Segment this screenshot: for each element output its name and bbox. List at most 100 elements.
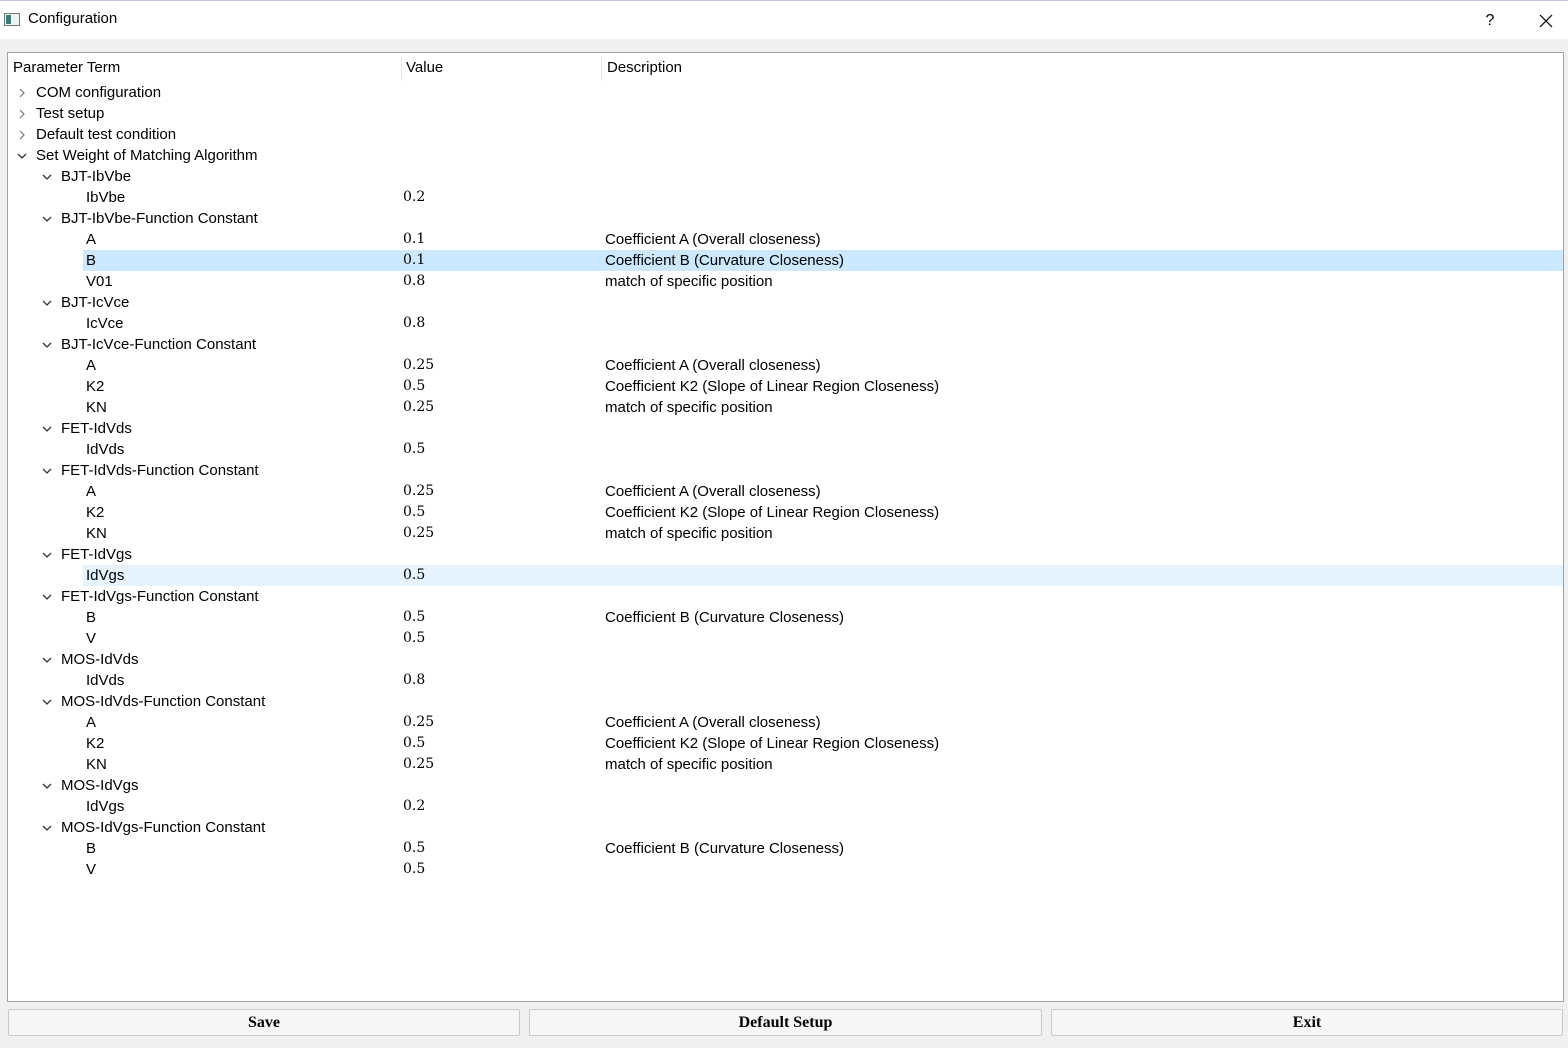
tree-row[interactable]: A 0.25 Coefficient A (Overall closeness) (8, 481, 1563, 502)
tree-row[interactable]: V01 0.8 match of specific position (8, 271, 1563, 292)
chevron-down-icon[interactable] (41, 817, 53, 838)
chevron-right-icon[interactable] (16, 124, 28, 145)
tree-row[interactable]: IcVce 0.8 (8, 313, 1563, 334)
chevron-down-icon[interactable] (41, 208, 53, 229)
parameter-description: Coefficient A (Overall closeness) (605, 483, 821, 500)
tree-row[interactable]: FET-IdVds (8, 418, 1563, 439)
tree-row[interactable]: V 0.5 (8, 628, 1563, 649)
tree-row[interactable]: BJT-IcVce-Function Constant (8, 334, 1563, 355)
chevron-down-icon[interactable] (41, 460, 53, 481)
tree-row[interactable]: B 0.1 Coefficient B (Curvature Closeness) (8, 250, 1563, 271)
parameter-value[interactable]: 0.8 (403, 670, 425, 691)
parameter-value[interactable]: 0.1 (403, 229, 425, 250)
row-highlight (83, 355, 1563, 376)
parameter-description: match of specific position (605, 525, 773, 542)
header-value[interactable]: Value (406, 53, 443, 83)
row-highlight (83, 859, 1563, 880)
parameter-value[interactable]: 0.2 (403, 187, 425, 208)
chevron-down-icon[interactable] (41, 775, 53, 796)
parameter-value[interactable]: 0.25 (403, 355, 434, 376)
row-highlight (83, 670, 1563, 691)
tree-row[interactable]: IbVbe 0.2 (8, 187, 1563, 208)
tree-row[interactable]: KN 0.25 match of specific position (8, 523, 1563, 544)
chevron-down-icon[interactable] (41, 292, 53, 313)
chevron-down-icon[interactable] (41, 691, 53, 712)
help-button[interactable]: ? (1470, 7, 1510, 35)
chevron-down-icon[interactable] (41, 418, 53, 439)
chevron-right-icon[interactable] (16, 103, 28, 124)
parameter-value[interactable]: 0.5 (403, 859, 425, 880)
tree-row[interactable]: FET-IdVgs (8, 544, 1563, 565)
row-highlight (83, 523, 1563, 544)
parameter-value[interactable]: 0.5 (403, 607, 425, 628)
chevron-down-icon[interactable] (41, 334, 53, 355)
tree-row[interactable]: COM configuration (8, 82, 1563, 103)
header-parameter-term[interactable]: Parameter Term (13, 53, 120, 83)
tree-row[interactable]: KN 0.25 match of specific position (8, 754, 1563, 775)
row-highlight (33, 82, 1563, 103)
parameter-value[interactable]: 0.5 (403, 502, 425, 523)
tree-row[interactable]: IdVgs 0.5 (8, 565, 1563, 586)
tree-row[interactable]: K2 0.5 Coefficient K2 (Slope of Linear Reg… (8, 376, 1563, 397)
parameter-term: B (86, 840, 97, 857)
tree-row[interactable]: A 0.1 Coefficient A (Overall closeness) (8, 229, 1563, 250)
tree-row[interactable]: MOS-IdVds-Function Constant (8, 691, 1563, 712)
tree-row[interactable]: IdVds 0.5 (8, 439, 1563, 460)
tree-row[interactable]: IdVds 0.8 (8, 670, 1563, 691)
column-divider[interactable] (401, 57, 402, 81)
row-highlight (83, 628, 1563, 649)
header-description[interactable]: Description (607, 53, 682, 83)
parameter-value[interactable]: 0.1 (403, 250, 425, 271)
chevron-right-icon[interactable] (16, 82, 28, 103)
tree-row[interactable]: B 0.5 Coefficient B (Curvature Closeness) (8, 838, 1563, 859)
tree-row[interactable]: Test setup (8, 103, 1563, 124)
tree-row[interactable]: B 0.5 Coefficient B (Curvature Closeness) (8, 607, 1563, 628)
close-button[interactable] (1526, 7, 1566, 35)
parameter-description: Coefficient B (Curvature Closeness) (605, 252, 844, 269)
tree-row[interactable]: BJT-IbVbe-Function Constant (8, 208, 1563, 229)
chevron-down-icon[interactable] (16, 145, 28, 166)
column-divider[interactable] (601, 57, 602, 81)
tree-row[interactable]: MOS-IdVgs (8, 775, 1563, 796)
save-button[interactable]: Save (8, 1009, 520, 1036)
chevron-down-icon[interactable] (41, 649, 53, 670)
tree-row[interactable]: A 0.25 Coefficient A (Overall closeness) (8, 355, 1563, 376)
parameter-value[interactable]: 0.5 (403, 439, 425, 460)
chevron-down-icon[interactable] (41, 544, 53, 565)
parameter-value[interactable]: 0.5 (403, 733, 425, 754)
parameter-value[interactable]: 0.5 (403, 628, 425, 649)
parameter-description: Coefficient B (Curvature Closeness) (605, 609, 844, 626)
tree-row[interactable]: V 0.5 (8, 859, 1563, 880)
row-highlight (58, 775, 1563, 796)
parameter-value[interactable]: 0.25 (403, 481, 434, 502)
parameter-value[interactable]: 0.25 (403, 397, 434, 418)
tree-row[interactable]: A 0.25 Coefficient A (Overall closeness) (8, 712, 1563, 733)
parameter-term: Set Weight of Matching Algorithm (36, 147, 258, 164)
chevron-down-icon[interactable] (41, 166, 53, 187)
chevron-down-icon[interactable] (41, 586, 53, 607)
parameter-value[interactable]: 0.8 (403, 313, 425, 334)
exit-button[interactable]: Exit (1051, 1009, 1563, 1036)
row-highlight (83, 712, 1563, 733)
tree-row[interactable]: IdVgs 0.2 (8, 796, 1563, 817)
tree-row[interactable]: MOS-IdVgs-Function Constant (8, 817, 1563, 838)
tree-row[interactable]: BJT-IcVce (8, 292, 1563, 313)
tree-row[interactable]: FET-IdVgs-Function Constant (8, 586, 1563, 607)
tree-row[interactable]: MOS-IdVds (8, 649, 1563, 670)
tree-row[interactable]: K2 0.5 Coefficient K2 (Slope of Linear Reg… (8, 502, 1563, 523)
tree-row[interactable]: K2 0.5 Coefficient K2 (Slope of Linear Reg… (8, 733, 1563, 754)
tree-row[interactable]: Default test condition (8, 124, 1563, 145)
parameter-value[interactable]: 0.5 (403, 565, 425, 586)
tree-row[interactable]: BJT-IbVbe (8, 166, 1563, 187)
parameter-value[interactable]: 0.5 (403, 376, 425, 397)
parameter-value[interactable]: 0.25 (403, 712, 434, 733)
default-setup-button[interactable]: Default Setup (529, 1009, 1042, 1036)
parameter-value[interactable]: 0.25 (403, 754, 434, 775)
tree-row[interactable]: KN 0.25 match of specific position (8, 397, 1563, 418)
parameter-value[interactable]: 0.5 (403, 838, 425, 859)
tree-row[interactable]: FET-IdVds-Function Constant (8, 460, 1563, 481)
parameter-value[interactable]: 0.8 (403, 271, 425, 292)
parameter-value[interactable]: 0.25 (403, 523, 434, 544)
tree-row[interactable]: Set Weight of Matching Algorithm (8, 145, 1563, 166)
parameter-value[interactable]: 0.2 (403, 796, 425, 817)
